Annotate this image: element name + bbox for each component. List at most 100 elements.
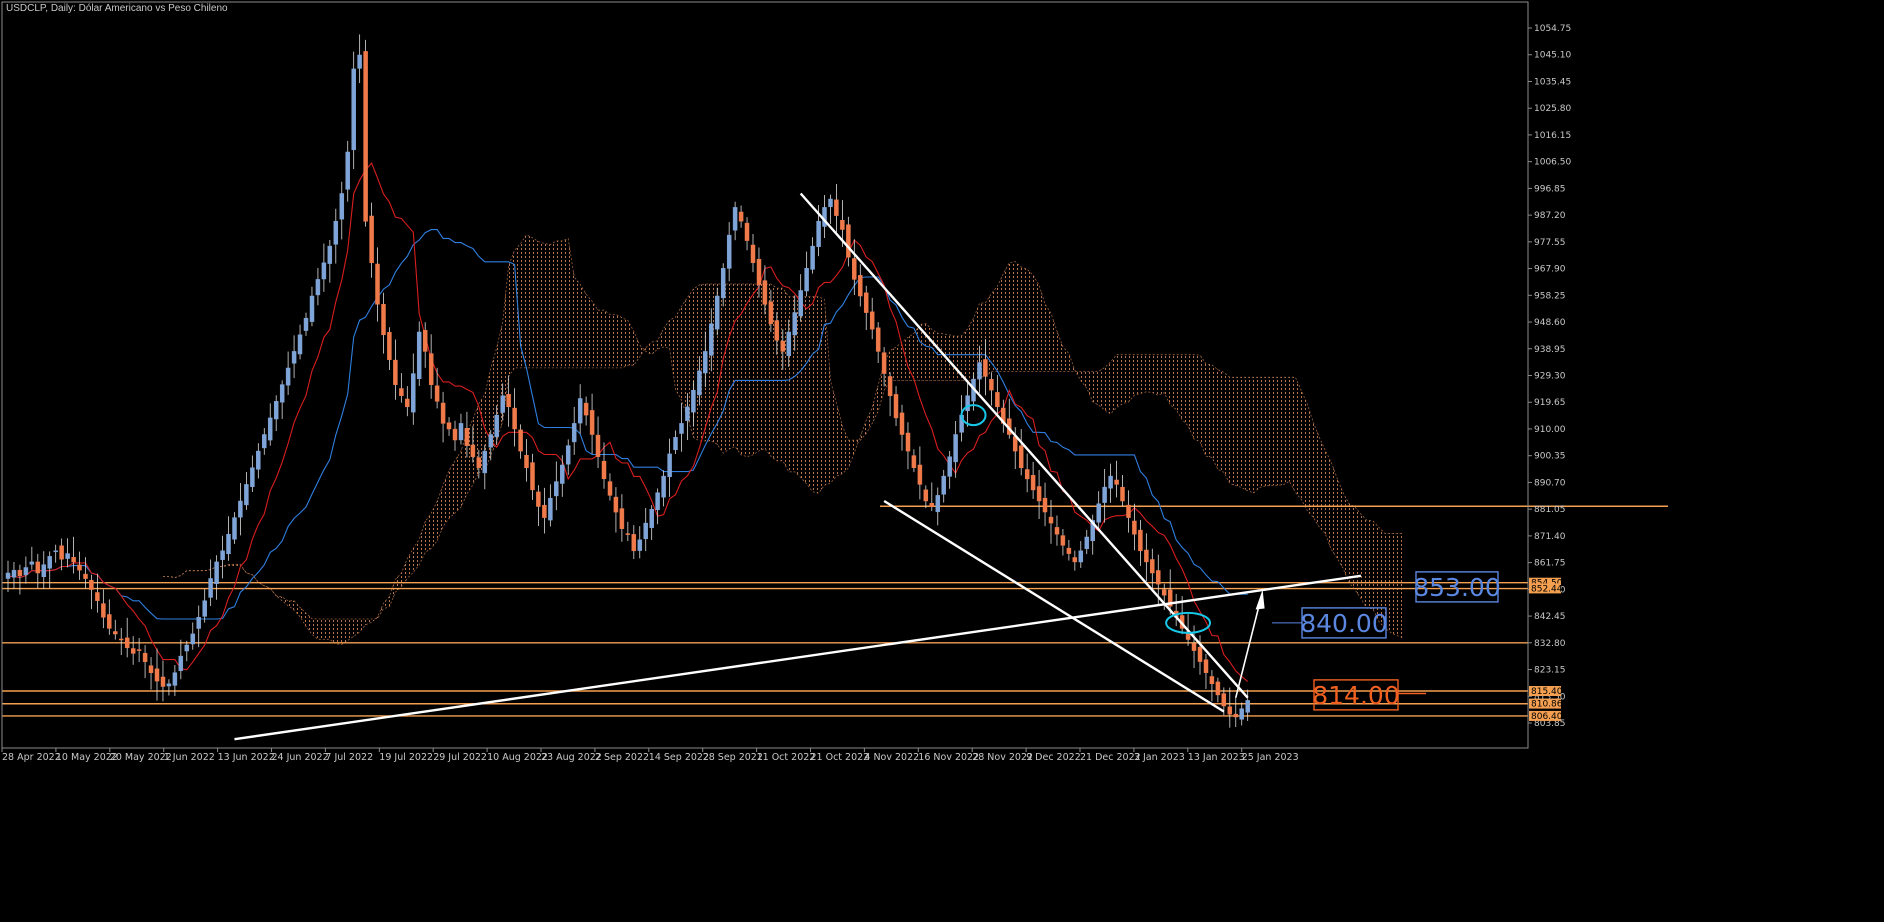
y-tick-label: 1025.80 — [1534, 104, 1571, 114]
candle-body — [416, 331, 422, 379]
candle-body — [804, 268, 809, 292]
x-tick-label: 21 Dec 2022 — [1080, 752, 1141, 763]
candle-body — [613, 496, 619, 513]
candle-body — [548, 497, 553, 521]
candle-body — [1114, 479, 1119, 485]
candle-body — [965, 395, 970, 412]
candle-body — [899, 412, 905, 435]
candle-body — [607, 481, 613, 496]
candle-body — [720, 268, 726, 299]
x-tick-label: 3 Jan 2023 — [1134, 752, 1185, 763]
candle-body — [512, 407, 517, 430]
candle-body — [840, 220, 845, 230]
candle-body — [101, 603, 106, 618]
candle-body — [142, 652, 148, 662]
candle-body — [816, 220, 821, 247]
candle-body — [232, 517, 237, 540]
candle-body — [303, 317, 309, 331]
y-tick-label: 910.00 — [1534, 425, 1566, 435]
x-tick-label: 1 Jun 2022 — [164, 752, 215, 763]
candle-body — [685, 406, 690, 421]
candle-body — [440, 402, 446, 424]
annotation-label: 814.00 — [1312, 681, 1399, 710]
candle-body — [256, 450, 261, 470]
candle-body — [35, 561, 41, 574]
candle-body — [1120, 486, 1125, 502]
candle-body — [691, 389, 696, 413]
x-tick-label: 24 Jun 2022 — [272, 752, 329, 763]
y-tick-label: 1006.50 — [1534, 158, 1571, 168]
candle-body — [697, 370, 702, 396]
candle-body — [1156, 570, 1161, 585]
price-tag-label: 852.44 — [1531, 584, 1563, 594]
candlestick-chart[interactable]: 1054.75 1045.10 1035.45 1025.80 1016.15 1006.… — [0, 0, 1884, 922]
chart-title: USDCLP, Daily: Dólar Americano vs Peso C… — [6, 3, 228, 14]
candle-body — [536, 491, 541, 507]
candle-body — [834, 199, 839, 216]
candle-body — [935, 495, 941, 513]
x-tick-label: 10 Aug 2022 — [487, 752, 548, 763]
candle-body — [279, 384, 285, 403]
x-tick-label: 19 Jul 2022 — [379, 752, 433, 763]
candle-body — [273, 401, 279, 420]
candle-body — [756, 258, 762, 286]
candle-body — [858, 275, 863, 297]
candle-body — [285, 367, 291, 386]
candle-body — [1036, 486, 1042, 502]
candle-body — [309, 295, 315, 322]
candle-body — [565, 445, 571, 465]
candle-body — [655, 492, 660, 511]
candle-body — [1084, 536, 1090, 550]
x-tick-label: 20 May 2022 — [110, 752, 172, 763]
candle-body — [1054, 527, 1060, 535]
candle-body — [732, 207, 738, 231]
x-tick-label: 14 Sep 2022 — [649, 752, 709, 763]
candle-body — [428, 353, 434, 385]
candle-body — [363, 51, 368, 222]
candle-body — [625, 533, 631, 535]
candle-body — [124, 637, 130, 649]
x-tick-label: 28 Sep 2022 — [703, 752, 763, 763]
price-tag: 815.40 — [1529, 686, 1563, 697]
candle-body — [989, 379, 994, 391]
y-tick-label: 938.95 — [1534, 345, 1566, 355]
candle-body — [714, 295, 720, 330]
candle-body — [679, 423, 684, 434]
candle-body — [852, 258, 857, 280]
x-tick-label: 9 Dec 2022 — [1026, 752, 1081, 763]
candle-body — [446, 422, 452, 430]
candle-body — [661, 475, 666, 498]
y-tick-label: 881.05 — [1534, 505, 1566, 515]
candle-body — [875, 327, 881, 352]
candle-body — [1102, 486, 1107, 503]
candle-body — [250, 467, 255, 488]
candle-body — [762, 280, 768, 305]
candle-body — [208, 578, 213, 598]
candle-body — [1018, 445, 1024, 469]
candle-body — [59, 545, 64, 560]
candle-body — [369, 215, 374, 264]
candle-body — [744, 222, 750, 241]
candle-body — [214, 561, 219, 585]
candle-body — [542, 504, 547, 518]
candle-body — [41, 564, 47, 578]
candle-body — [118, 638, 124, 641]
y-tick-label: 919.65 — [1534, 398, 1566, 408]
x-tick-label: 13 Jan 2023 — [1188, 752, 1245, 763]
candle-body — [601, 460, 607, 480]
candle-body — [476, 457, 482, 468]
candle-body — [71, 557, 76, 563]
candle-body — [166, 683, 172, 687]
x-tick-label: 25 Jan 2023 — [1242, 752, 1299, 763]
annotation-label: 853.00 — [1413, 573, 1500, 602]
price-tag: 852.44 — [1529, 583, 1563, 594]
candle-body — [238, 500, 243, 518]
candle-body — [47, 556, 52, 569]
candle-body — [703, 351, 708, 374]
candle-body — [65, 553, 70, 559]
candle-body — [577, 398, 583, 424]
candle-body — [929, 503, 935, 507]
candle-body — [887, 376, 893, 397]
candle-body — [792, 312, 797, 336]
candle-body — [172, 672, 178, 686]
